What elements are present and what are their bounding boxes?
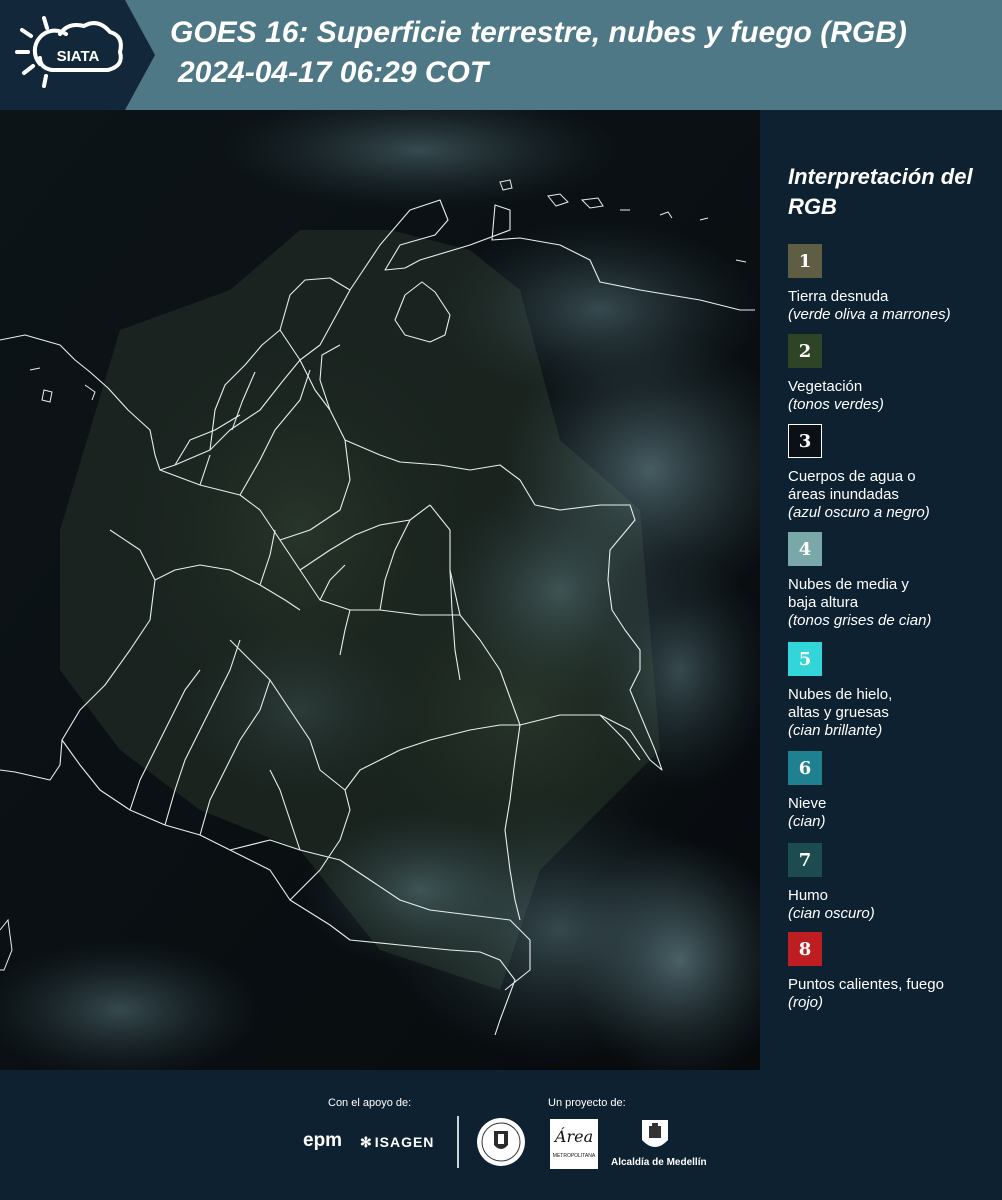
legend-desc: (cian brillante) [788,722,883,739]
footer: Con el apoyo de: Un proyecto de: epm ✻ IS… [0,1070,1002,1200]
legend-swatch: 5 [788,642,822,676]
legend-label: Nubes de hielo, altas y gruesas [788,686,893,721]
legend-label: Vegetación [788,378,863,395]
legend-swatch: 4 [788,532,822,566]
legend-item-smoke: 7 Humo (cian oscuro) [788,843,998,923]
legend-label: Humo [788,887,829,904]
legend-desc: (cian oscuro) [788,905,875,922]
page-title: GOES 16: Superficie terrestre, nubes y f… [170,16,907,49]
legend-desc: (cian) [788,813,826,830]
support-label: Con el apoyo de: [328,1097,412,1109]
footer-divider [457,1116,459,1168]
legend-desc: (rojo) [788,994,824,1011]
legend-title: Interpretación del RGB [788,164,973,219]
legend-item-vegetation: 2 Vegetación (tonos verdes) [788,334,998,414]
satellite-image [0,110,760,1070]
legend-label: Tierra desnuda [788,288,889,305]
legend-label: Nieve [788,795,827,812]
legend-label: Puntos calientes, fuego [788,976,944,993]
alcaldia-shield-icon[interactable] [640,1118,670,1154]
legend-item-water: 3 Cuerpos de agua o áreas inundadas (azu… [788,424,998,522]
legend-desc: (tonos grises de cian) [788,612,932,629]
legend-swatch: 7 [788,843,822,877]
isagen-mark-icon: ✻ [360,1134,373,1150]
legend-label: Nubes de media y baja altura [788,576,909,611]
legend-item-bare-soil: 1 Tierra desnuda (verde oliva a marrones… [788,244,998,324]
area-logo-text: Área [554,1127,594,1146]
area-metropolitana-logo[interactable]: Área METROPOLITANA [550,1119,598,1169]
isagen-logo[interactable]: ✻ ISAGEN [360,1134,434,1151]
epm-logo[interactable]: epm [303,1130,342,1152]
siata-logo-icon: SIATA [0,0,155,110]
isagen-logo-text: ISAGEN [374,1134,435,1150]
header: SIATA GOES 16: Superficie terrestre, nub… [0,0,1002,110]
legend-swatch: 8 [788,932,822,966]
siata-logo-text: SIATA [57,48,100,65]
siata-logo[interactable]: SIATA [0,0,155,110]
legend-swatch: 2 [788,334,822,368]
legend-swatch: 3 [788,424,822,458]
satellite-map[interactable] [0,110,760,1070]
project-label: Un proyecto de: [548,1097,626,1109]
legend-label: Cuerpos de agua o áreas inundadas [788,468,916,503]
area-logo-sub: METROPOLITANA [552,1153,596,1159]
legend-desc: (azul oscuro a negro) [788,504,930,521]
alcaldia-label: Alcaldía de Medellín [611,1157,707,1168]
legend-swatch: 1 [788,244,822,278]
legend-item-mid-low-clouds: 4 Nubes de media y baja altura (tonos gr… [788,532,998,630]
legend-swatch: 6 [788,751,822,785]
university-seal-icon[interactable] [476,1117,526,1167]
legend-item-snow: 6 Nieve (cian) [788,751,998,831]
legend-panel: Interpretación del RGB 1 Tierra desnuda … [760,110,1002,1070]
timestamp: 2024-04-17 06:29 COT [178,56,489,89]
legend-desc: (tonos verdes) [788,396,884,413]
legend-item-ice-clouds: 5 Nubes de hielo, altas y gruesas (cian … [788,642,998,740]
legend-item-fire: 8 Puntos calientes, fuego (rojo) [788,932,998,1012]
legend-desc: (verde oliva a marrones) [788,306,951,323]
